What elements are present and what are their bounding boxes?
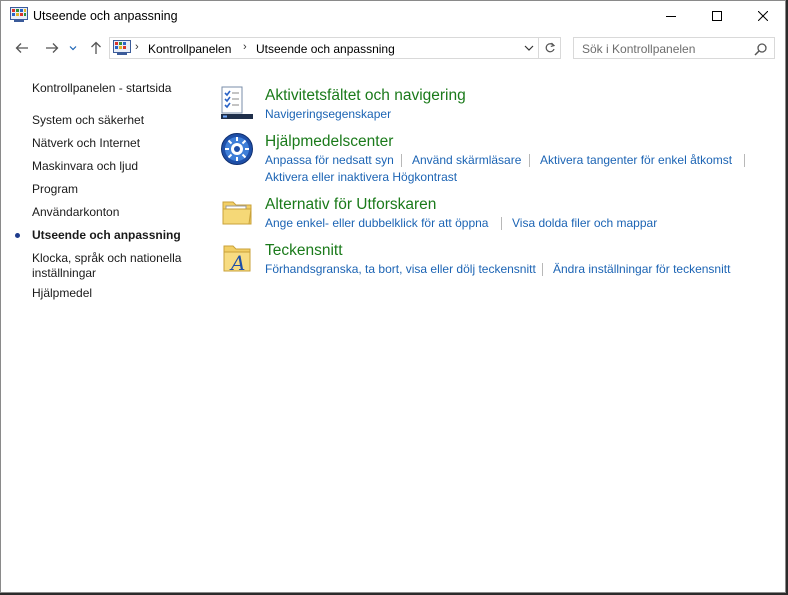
breadcrumb-current[interactable]: Utseende och anpassning xyxy=(256,42,395,56)
arrow-up-icon xyxy=(91,41,101,54)
breadcrumb-separator[interactable]: › xyxy=(243,41,247,53)
sidebar-item-network[interactable]: Nätverk och Internet xyxy=(32,136,140,151)
task-link-show-hidden-files[interactable]: Visa dolda filer och mappar xyxy=(512,216,657,231)
sidebar-item-programs[interactable]: Program xyxy=(32,182,78,197)
window-title: Utseende och anpassning xyxy=(33,9,178,23)
sidebar-item-clock-region-line2[interactable]: inställningar xyxy=(32,266,96,281)
task-link-single-double-click[interactable]: Ange enkel- eller dubbelklick för att öp… xyxy=(265,216,488,231)
back-button[interactable] xyxy=(11,38,33,58)
sidebar-item-clock-region[interactable]: Klocka, språk och nationella xyxy=(32,251,181,266)
task-link-navigation-properties[interactable]: Navigeringsegenskaper xyxy=(265,107,391,122)
minimize-button[interactable] xyxy=(648,1,694,31)
close-button[interactable] xyxy=(740,1,786,31)
ease-of-access-icon[interactable] xyxy=(220,132,254,166)
chevron-down-icon xyxy=(524,45,534,51)
sidebar-item-system[interactable]: System och säkerhet xyxy=(32,113,144,128)
task-separator xyxy=(501,217,502,230)
sidebar-item-home[interactable]: Kontrollpanelen - startsida xyxy=(32,81,171,96)
arrow-left-icon xyxy=(15,43,28,53)
control-panel-app-icon xyxy=(10,7,28,23)
minimize-icon xyxy=(666,16,676,17)
address-dropdown-button[interactable] xyxy=(522,41,536,55)
task-separator xyxy=(529,154,530,167)
search-icon[interactable] xyxy=(754,42,768,56)
control-panel-window: Utseende och anpassning › Kontrollpanele… xyxy=(0,0,786,593)
task-separator xyxy=(401,154,402,167)
sidebar-item-hardware[interactable]: Maskinvara och ljud xyxy=(32,159,138,174)
maximize-button[interactable] xyxy=(694,1,740,31)
control-panel-small-icon xyxy=(113,40,131,56)
task-link-preview-fonts[interactable]: Förhandsgranska, ta bort, visa eller döl… xyxy=(265,262,536,277)
sidebar-item-ease-of-access[interactable]: Hjälpmedel xyxy=(32,286,92,301)
svg-text:A: A xyxy=(229,251,245,275)
task-link-high-contrast[interactable]: Aktivera eller inaktivera Högkontrast xyxy=(265,170,457,185)
address-bar[interactable]: › Kontrollpanelen › Utseende och anpassn… xyxy=(109,37,539,59)
folder-options-icon[interactable] xyxy=(220,195,254,229)
task-link-easy-access-keys[interactable]: Aktivera tangenter för enkel åtkomst xyxy=(540,153,732,168)
task-link-screen-reader[interactable]: Använd skärmläsare xyxy=(412,153,521,168)
category-title-taskbar[interactable]: Aktivitetsfältet och navigering xyxy=(265,87,466,105)
search-placeholder[interactable]: Sök i Kontrollpanelen xyxy=(582,42,695,56)
refresh-icon xyxy=(545,42,555,53)
category-title-explorer-options[interactable]: Alternativ för Utforskaren xyxy=(265,196,436,214)
title-bar: Utseende och anpassning xyxy=(1,1,785,32)
up-button[interactable] xyxy=(85,38,107,58)
navigation-bar: › Kontrollpanelen › Utseende och anpassn… xyxy=(1,32,785,64)
arrow-right-icon xyxy=(46,43,59,53)
close-icon xyxy=(758,11,768,21)
task-link-low-vision[interactable]: Anpassa för nedsatt syn xyxy=(265,153,394,168)
task-link-font-settings[interactable]: Ändra inställningar för teckensnitt xyxy=(553,262,730,277)
maximize-icon xyxy=(712,11,722,21)
sidebar-item-appearance[interactable]: Utseende och anpassning xyxy=(32,228,181,243)
current-location-bullet xyxy=(15,233,20,238)
recent-locations-button[interactable] xyxy=(65,38,81,58)
refresh-button[interactable] xyxy=(539,37,561,59)
taskbar-checklist-icon[interactable] xyxy=(220,86,254,120)
category-title-ease-of-access[interactable]: Hjälpmedelscenter xyxy=(265,133,393,151)
breadcrumb-separator[interactable]: › xyxy=(135,41,139,53)
search-box[interactable]: Sök i Kontrollpanelen xyxy=(573,37,775,59)
task-separator xyxy=(744,154,745,167)
task-separator xyxy=(542,263,543,276)
forward-button[interactable] xyxy=(41,38,63,58)
fonts-folder-icon[interactable]: A xyxy=(220,241,254,275)
category-title-fonts[interactable]: Teckensnitt xyxy=(265,242,343,260)
breadcrumb-kontrollpanelen[interactable]: Kontrollpanelen xyxy=(148,42,231,56)
sidebar-item-user-accounts[interactable]: Användarkonton xyxy=(32,205,119,220)
chevron-down-icon xyxy=(69,46,77,51)
